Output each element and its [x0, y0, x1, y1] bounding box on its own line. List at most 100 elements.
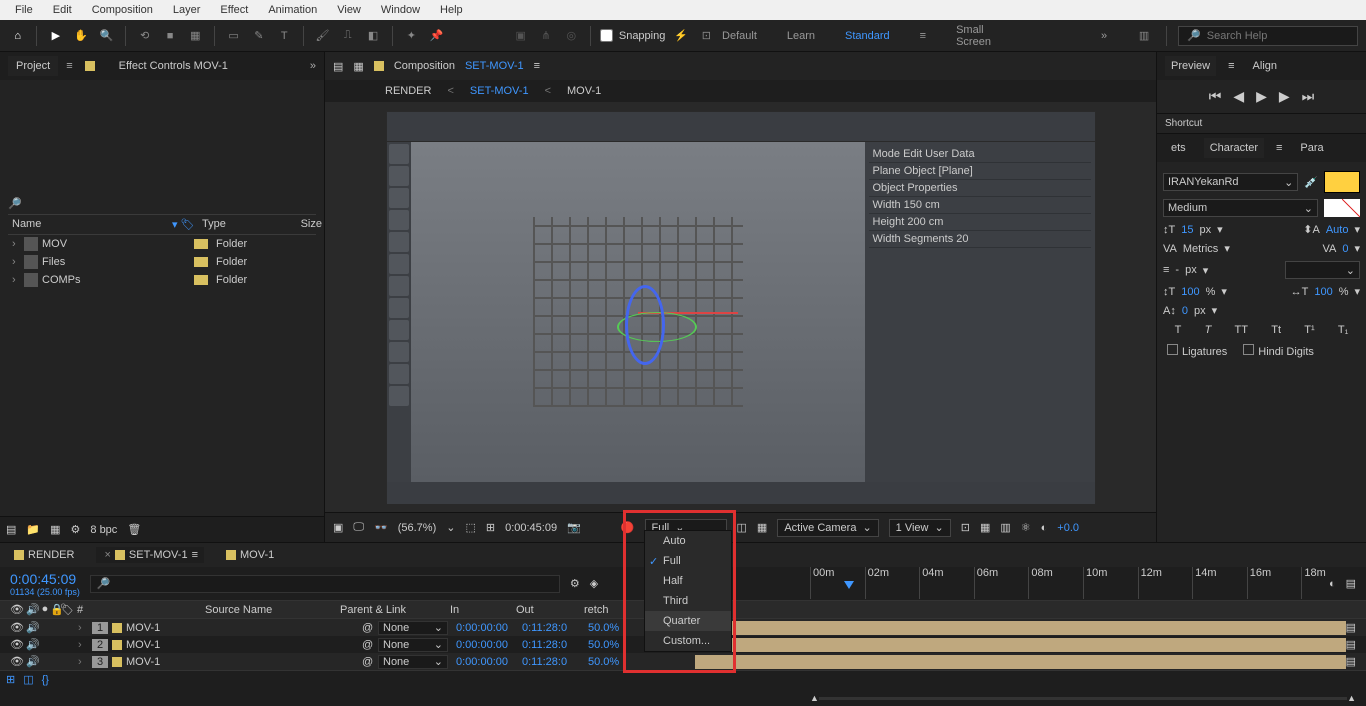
stroke-value[interactable]: - — [1175, 264, 1179, 276]
rectangle-tool-icon[interactable]: ▭ — [224, 25, 243, 47]
prev-frame-icon[interactable]: ◀ — [1233, 88, 1244, 105]
col-in[interactable]: In — [450, 604, 516, 616]
vf-alpha-icon[interactable]: ▣ — [333, 521, 343, 534]
col-type[interactable]: Type — [202, 218, 282, 231]
project-search-input[interactable]: 🔎 — [8, 193, 316, 215]
pickwhip-icon[interactable]: @ — [362, 622, 378, 634]
vf-transparency-icon[interactable]: ▦ — [757, 521, 767, 534]
timeline-search-input[interactable]: 🔎 — [90, 575, 560, 593]
tl-opt2-icon[interactable]: ◈ — [590, 577, 598, 590]
resolution-custom[interactable]: Custom... — [645, 631, 731, 651]
snap-opt2-icon[interactable]: ⊡ — [697, 25, 716, 47]
vf-res-icon[interactable]: ⬚ — [465, 521, 475, 534]
last-frame-icon[interactable]: ⏭ — [1302, 88, 1315, 105]
eye-col-icon[interactable]: 👁 — [10, 603, 24, 616]
vf-opt4-icon[interactable]: ⚛ — [1021, 521, 1031, 534]
mode-icon[interactable]: ▣ — [511, 25, 530, 47]
fill-color-swatch[interactable] — [1324, 171, 1360, 193]
timeline-tab-render[interactable]: RENDER — [8, 547, 80, 563]
trash-icon[interactable]: 🗑 — [127, 523, 141, 536]
tab-align[interactable]: Align — [1247, 56, 1283, 76]
workspace-standard[interactable]: Standard — [845, 30, 890, 42]
resolution-auto[interactable]: Auto — [645, 531, 731, 551]
snapping-checkbox[interactable] — [600, 29, 613, 42]
camera-dropdown[interactable]: Active Camera⌄ — [777, 519, 878, 537]
views-dropdown[interactable]: 1 View⌄ — [889, 519, 951, 537]
switches-icon[interactable]: ▤ — [1346, 621, 1356, 634]
parent-dropdown[interactable]: None⌄ — [378, 621, 448, 635]
audio-toggle-icon[interactable]: 🔊 — [26, 621, 40, 634]
comp-layoutB-icon[interactable]: ▦ — [353, 60, 363, 73]
new-comp-icon[interactable]: ▦ — [50, 523, 60, 536]
breadcrumb-render[interactable]: RENDER — [385, 85, 431, 97]
layer-row-3[interactable]: 👁🔊› 3 MOV-1 @ None⌄ 0:00:00:000:11:28:0 … — [0, 653, 1366, 670]
project-row-files[interactable]: › Files Folder — [8, 253, 316, 271]
toggle-switches-icon[interactable]: ⊞ — [6, 673, 15, 686]
orbit-tool-icon[interactable]: ⟲ — [135, 25, 154, 47]
snap-opt-icon[interactable]: ⚡ — [671, 25, 690, 47]
stroke-style-dropdown[interactable]: ⌄ — [1285, 261, 1360, 279]
vscale-value[interactable]: 100 — [1181, 286, 1199, 298]
menu-layer[interactable]: Layer — [163, 2, 211, 18]
interpret-footage-icon[interactable]: ▤ — [6, 523, 16, 536]
col-tag-icon[interactable]: ▾ 🏷 — [172, 219, 195, 231]
superscript-button[interactable]: T¹ — [1304, 324, 1314, 336]
selection-tool-icon[interactable]: ▶ — [46, 25, 65, 47]
brush-tool-icon[interactable]: 🖌 — [313, 25, 332, 47]
current-time[interactable]: 0:00:45:09 — [10, 571, 80, 587]
faux-italic-button[interactable]: T — [1205, 324, 1212, 336]
vf-grid-icon[interactable]: ⊞ — [486, 521, 495, 534]
menu-effect[interactable]: Effect — [210, 2, 258, 18]
panel-menu-icon[interactable]: ≡ — [66, 60, 72, 72]
zoom-tool-icon[interactable]: 🔍 — [97, 25, 116, 47]
font-size-value[interactable]: 15 — [1181, 224, 1193, 236]
tab-presets[interactable]: ets — [1165, 138, 1192, 158]
smallcaps-button[interactable]: Tt — [1271, 324, 1281, 336]
puppet-tool-icon[interactable]: 📌 — [427, 25, 446, 47]
workspace-learn[interactable]: Learn — [787, 30, 815, 42]
col-parent[interactable]: Parent & Link — [340, 604, 450, 616]
tab-effect-controls[interactable]: Effect Controls MOV-1 — [111, 56, 236, 76]
timeline-tab-setmov1[interactable]: ×SET-MOV-1≡ — [96, 547, 204, 563]
playhead-icon[interactable] — [844, 581, 854, 589]
parent-dropdown[interactable]: None⌄ — [378, 638, 448, 652]
workspace-default[interactable]: Default — [722, 30, 757, 42]
camera-tool-icon[interactable]: ■ — [160, 25, 179, 47]
hindi-digits-checkbox[interactable]: Hindi Digits — [1243, 344, 1314, 358]
mode3-icon[interactable]: ◎ — [562, 25, 581, 47]
toggle-brackets-icon[interactable]: {} — [42, 674, 49, 686]
new-folder-icon[interactable]: 📁 — [26, 523, 40, 536]
solo-col-icon[interactable]: ● — [42, 603, 49, 616]
panel-menu-icon[interactable]: ≡ — [1276, 142, 1282, 154]
play-icon[interactable]: ▶ — [1256, 88, 1267, 105]
subscript-button[interactable]: T₁ — [1338, 324, 1348, 336]
hand-tool-icon[interactable]: ✋ — [72, 25, 91, 47]
col-source-name[interactable]: Source Name — [90, 604, 340, 616]
breadcrumb-setmov1[interactable]: SET-MOV-1 — [470, 85, 529, 97]
col-out[interactable]: Out — [516, 604, 584, 616]
font-family-dropdown[interactable]: IRANYekanRd⌄ — [1163, 173, 1298, 191]
pan-behind-tool-icon[interactable]: ▦ — [186, 25, 205, 47]
mode2-icon[interactable]: ⋔ — [536, 25, 555, 47]
tab-character[interactable]: Character — [1204, 138, 1264, 158]
menu-edit[interactable]: Edit — [43, 2, 82, 18]
eraser-tool-icon[interactable]: ◧ — [363, 25, 382, 47]
menu-composition[interactable]: Composition — [82, 2, 163, 18]
vf-3d-icon[interactable]: 👓 — [374, 521, 388, 534]
vf-opt5-icon[interactable]: ◐ — [1041, 522, 1048, 534]
vf-opt2-icon[interactable]: ▦ — [980, 521, 990, 534]
toggle-modes-icon[interactable]: ◫ — [23, 673, 33, 686]
vf-opt1-icon[interactable]: ⊡ — [961, 521, 970, 534]
project-row-mov[interactable]: › MOV Folder — [8, 235, 316, 253]
kerning-value[interactable]: Metrics — [1183, 243, 1218, 255]
breadcrumb-mov1[interactable]: MOV-1 — [567, 85, 601, 97]
layer-bar[interactable] — [695, 621, 1346, 635]
clone-tool-icon[interactable]: ⎍ — [338, 25, 357, 47]
parent-dropdown[interactable]: None⌄ — [378, 655, 448, 669]
tab-paragraph[interactable]: Para — [1294, 138, 1329, 158]
comp-layoutA-icon[interactable]: ▤ — [333, 60, 343, 73]
video-toggle-icon[interactable]: 👁 — [10, 621, 24, 634]
leading-value[interactable]: Auto — [1326, 224, 1349, 236]
ligatures-checkbox[interactable]: Ligatures — [1167, 344, 1227, 358]
workspace-more-icon[interactable]: » — [1101, 30, 1107, 42]
